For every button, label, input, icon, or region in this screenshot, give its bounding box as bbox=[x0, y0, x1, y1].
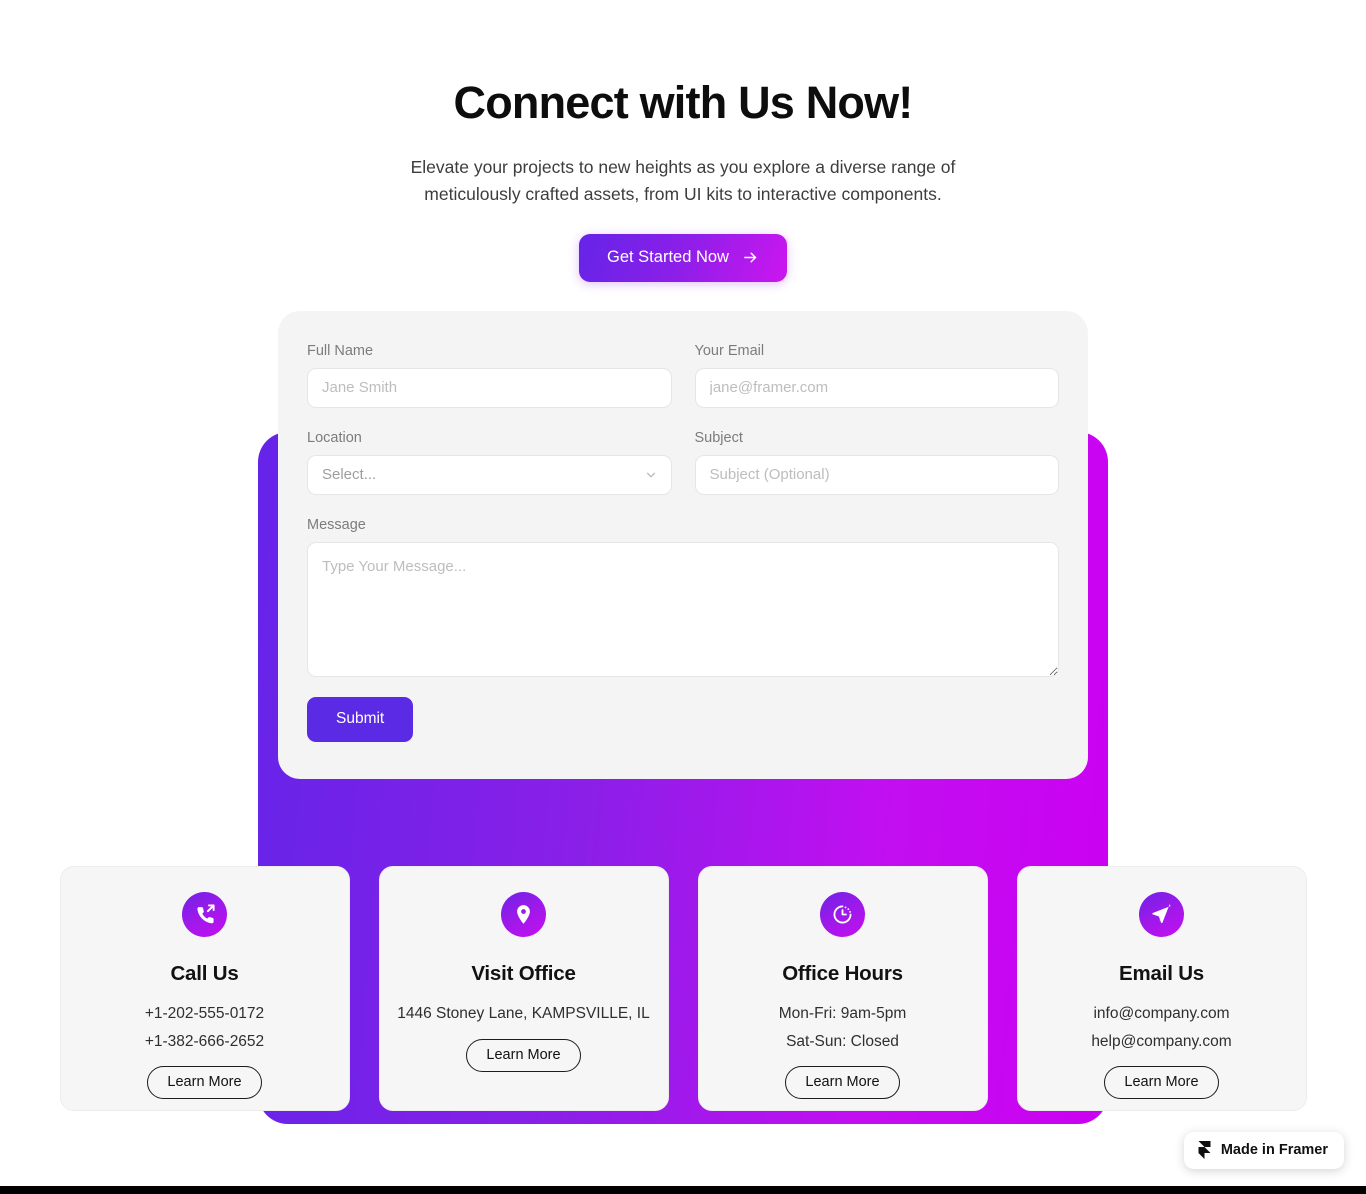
form-row-two: Location Select... Subject bbox=[307, 430, 1059, 517]
made-in-framer-badge[interactable]: Made in Framer bbox=[1183, 1132, 1344, 1169]
field-full-name: Full Name bbox=[307, 343, 672, 408]
learn-more-button[interactable]: Learn More bbox=[466, 1038, 581, 1072]
location-select[interactable]: Select... bbox=[307, 454, 672, 495]
contact-form-section: Full Name Your Email Location Select... bbox=[0, 310, 1366, 1124]
full-name-label: Full Name bbox=[307, 342, 374, 359]
message-textarea[interactable] bbox=[307, 541, 1059, 677]
card-title: Call Us bbox=[170, 962, 239, 985]
location-select-wrapper: Select... bbox=[307, 454, 672, 495]
page-title: Connect with Us Now! bbox=[453, 77, 914, 128]
contact-form-card: Full Name Your Email Location Select... bbox=[278, 310, 1088, 779]
card-line-2: Sat-Sun: Closed bbox=[786, 1032, 899, 1050]
hero-subtitle: Elevate your projects to new heights as … bbox=[410, 157, 956, 204]
cta-label: Get Started Now bbox=[607, 247, 729, 266]
card-lines: +1-202-555-0172 +1-382-666-2652 bbox=[133, 1000, 276, 1055]
card-title: Office Hours bbox=[782, 962, 903, 985]
submit-button[interactable]: Submit bbox=[307, 696, 414, 742]
card-lines: info@company.com help@company.com bbox=[1079, 1000, 1243, 1055]
send-plane-icon bbox=[1139, 892, 1184, 937]
card-title: Email Us bbox=[1119, 962, 1204, 985]
card-lines: Mon-Fri: 9am-5pm Sat-Sun: Closed bbox=[767, 1000, 918, 1055]
subject-input[interactable] bbox=[694, 454, 1059, 495]
contact-card-office-hours: Office Hours Mon-Fri: 9am-5pm Sat-Sun: C… bbox=[697, 866, 988, 1111]
framer-logo-icon bbox=[1197, 1141, 1212, 1159]
card-line-2: +1-382-666-2652 bbox=[144, 1032, 265, 1050]
card-line-1: 1446 Stoney Lane, KAMPSVILLE, IL bbox=[397, 1005, 650, 1022]
card-title: Visit Office bbox=[471, 962, 576, 985]
map-pin-icon bbox=[501, 892, 546, 937]
contact-card-call-us: Call Us +1-202-555-0172 +1-382-666-2652 … bbox=[59, 866, 350, 1111]
card-line-1: Mon-Fri: 9am-5pm bbox=[778, 1005, 907, 1022]
form-row-one: Full Name Your Email bbox=[307, 343, 1059, 430]
card-line-1: +1-202-555-0172 bbox=[144, 1005, 265, 1022]
phone-outgoing-icon bbox=[182, 892, 227, 937]
field-email: Your Email bbox=[694, 342, 1059, 408]
hero-section: Connect with Us Now! Elevate your projec… bbox=[0, 0, 1366, 282]
cta-container: Get Started Now bbox=[0, 233, 1366, 282]
field-subject: Subject bbox=[694, 429, 1059, 495]
card-line-2: help@company.com bbox=[1091, 1032, 1232, 1050]
email-input[interactable] bbox=[694, 367, 1059, 408]
page-root: Connect with Us Now! Elevate your projec… bbox=[0, 0, 1366, 1194]
contact-cards-row: Call Us +1-202-555-0172 +1-382-666-2652 … bbox=[0, 866, 1366, 1111]
clock-timer-icon bbox=[820, 892, 865, 937]
full-name-input[interactable] bbox=[307, 367, 672, 408]
field-message: Message bbox=[307, 517, 1059, 677]
contact-card-email-us: Email Us info@company.com help@company.c… bbox=[1016, 866, 1307, 1111]
arrow-right-icon bbox=[742, 249, 759, 266]
subject-label: Subject bbox=[694, 429, 743, 446]
location-label: Location bbox=[307, 429, 362, 446]
badge-label: Made in Framer bbox=[1220, 1142, 1328, 1158]
card-lines: 1446 Stoney Lane, KAMPSVILLE, IL bbox=[385, 1000, 661, 1028]
learn-more-button[interactable]: Learn More bbox=[147, 1066, 262, 1100]
field-location: Location Select... bbox=[307, 430, 672, 495]
get-started-button[interactable]: Get Started Now bbox=[579, 233, 787, 282]
contact-card-visit-office: Visit Office 1446 Stoney Lane, KAMPSVILL… bbox=[378, 866, 669, 1111]
email-label: Your Email bbox=[694, 342, 765, 359]
learn-more-button[interactable]: Learn More bbox=[785, 1066, 900, 1100]
learn-more-button[interactable]: Learn More bbox=[1104, 1066, 1219, 1100]
bottom-bar bbox=[0, 1186, 1366, 1194]
message-label: Message bbox=[307, 516, 366, 533]
card-line-1: info@company.com bbox=[1093, 1005, 1230, 1022]
